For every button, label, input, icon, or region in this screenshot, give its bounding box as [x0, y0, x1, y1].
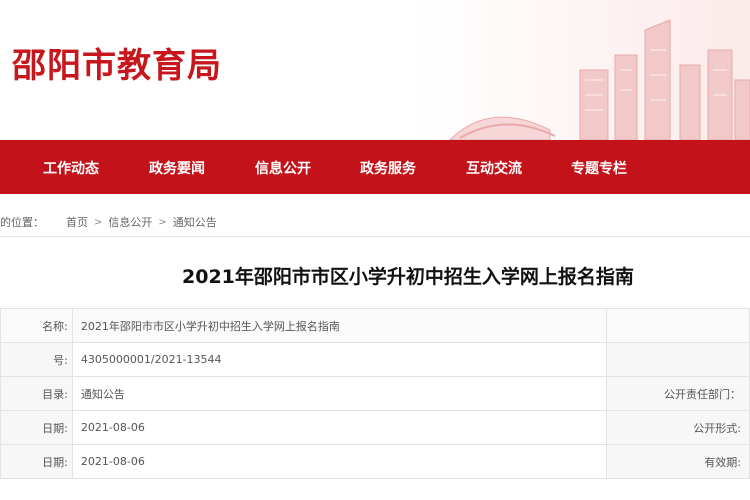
table-row: 日期: 2021-08-06 有效期:	[0, 444, 750, 479]
breadcrumb-notices-link[interactable]: 通知公告	[173, 214, 217, 230]
nav-item-special-topics[interactable]: 专题专栏	[571, 158, 627, 178]
article-metadata-table: 名称: 2021年邵阳市市区小学升初中招生入学网上报名指南 号: 4305000…	[0, 308, 750, 479]
metadata-label: 目录:	[0, 376, 73, 411]
metadata-label: 号:	[0, 342, 73, 377]
metadata-value: 2021年邵阳市市区小学升初中招生入学网上报名指南	[71, 308, 608, 343]
article-title: 2021年邵阳市市区小学升初中招生入学网上报名指南	[182, 266, 634, 288]
metadata-value: 2021-08-06	[71, 410, 608, 445]
breadcrumb-home-link[interactable]: 首页	[66, 214, 88, 230]
metadata-label: 名称:	[0, 308, 73, 343]
nav-item-work-news[interactable]: 工作动态	[43, 158, 99, 178]
metadata-label	[606, 342, 750, 377]
table-row: 名称: 2021年邵阳市市区小学升初中招生入学网上报名指南	[0, 308, 750, 343]
metadata-label	[606, 308, 750, 343]
metadata-label: 公开形式:	[606, 410, 750, 445]
breadcrumb-info-disclosure-link[interactable]: 信息公开	[108, 214, 152, 230]
metadata-label: 日期:	[0, 444, 73, 479]
table-row: 号: 4305000001/2021-13544	[0, 342, 750, 377]
main-nav: 工作动态 政务要闻 信息公开 政务服务 互动交流 专题专栏	[0, 140, 750, 194]
site-header: 邵阳市教育局	[0, 0, 750, 140]
breadcrumb-prefix: 的位置：	[0, 216, 44, 229]
nav-item-government-news[interactable]: 政务要闻	[149, 158, 205, 178]
metadata-value: 通知公告	[71, 376, 608, 411]
breadcrumb-separator-icon: >	[94, 216, 103, 228]
nav-item-government-services[interactable]: 政务服务	[360, 158, 416, 178]
table-row: 日期: 2021-08-06 公开形式:	[0, 410, 750, 445]
city-skyline-graphic	[449, 19, 750, 140]
breadcrumb: 的位置： 首页 > 信息公开 > 通知公告	[0, 212, 217, 232]
metadata-label: 日期:	[0, 410, 73, 445]
metadata-value: 2021-08-06	[71, 444, 608, 479]
breadcrumb-separator-icon: >	[158, 216, 167, 228]
metadata-value: 4305000001/2021-13544	[71, 342, 608, 377]
nav-item-interaction[interactable]: 互动交流	[466, 158, 522, 178]
breadcrumb-divider	[0, 236, 750, 237]
table-row: 目录: 通知公告 公开责任部门：	[0, 376, 750, 411]
site-title[interactable]: 邵阳市教育局	[12, 38, 222, 87]
metadata-label: 有效期:	[606, 444, 750, 479]
nav-item-info-disclosure[interactable]: 信息公开	[255, 158, 311, 178]
metadata-label: 公开责任部门：	[606, 376, 750, 411]
